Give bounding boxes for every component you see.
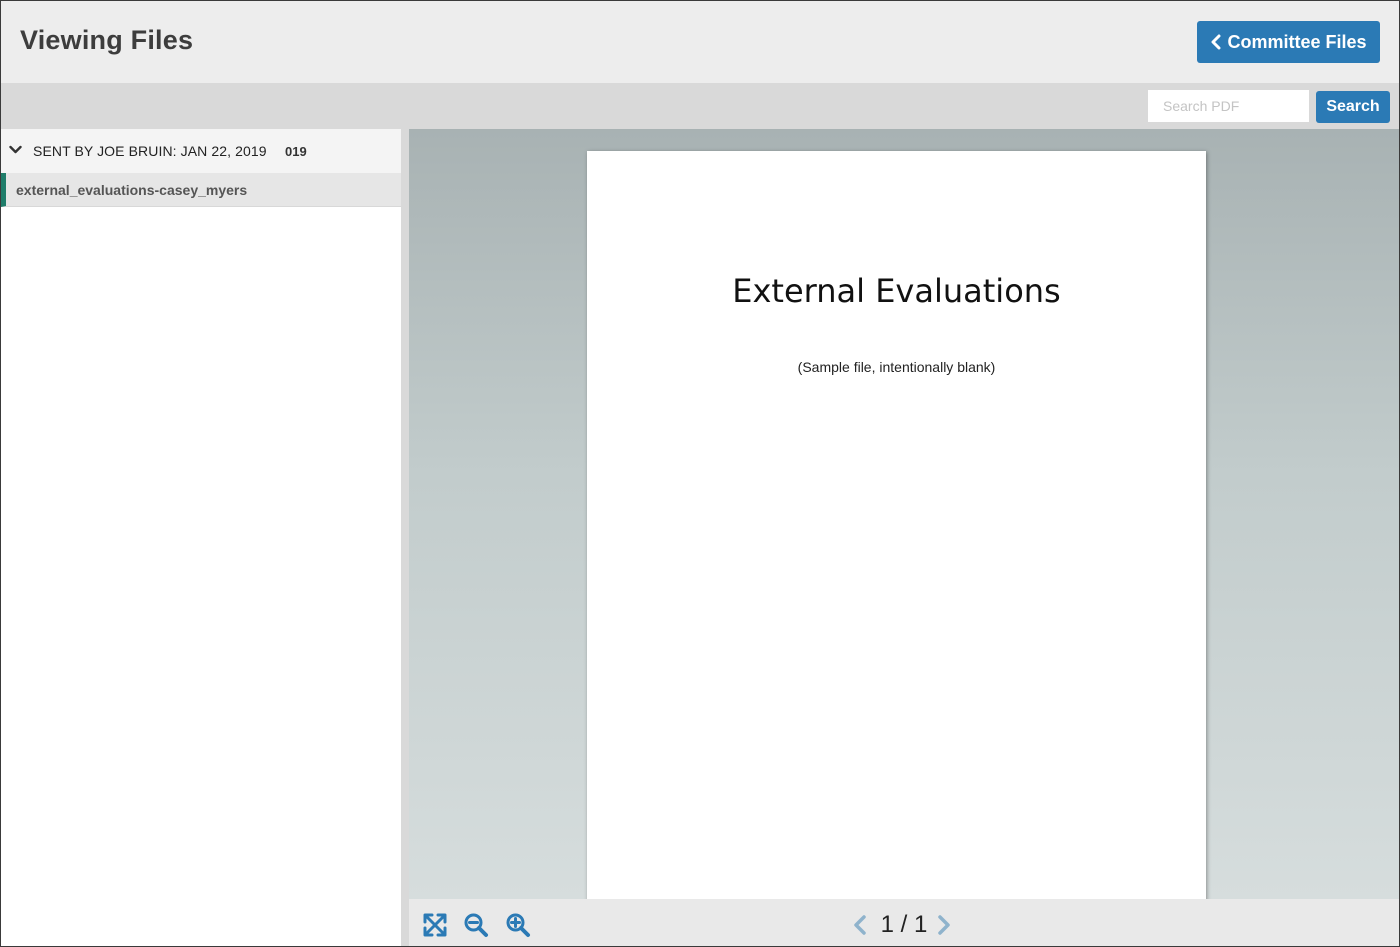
file-group-label: SENT BY JOE BRUIN: JAN 22, 2019 (33, 143, 267, 159)
page-indicator: 1 / 1 (880, 911, 928, 938)
page-header: Viewing Files Committee Files (1, 1, 1399, 83)
page-title: Viewing Files (20, 25, 194, 55)
document-heading: External Evaluations (732, 272, 1061, 310)
file-list-item[interactable]: external_evaluations-casey_myers (1, 173, 401, 207)
viewer-controls: 1 / 1 (409, 899, 1399, 946)
search-toolbar: Search (1, 83, 1399, 129)
file-name: external_evaluations-casey_myers (16, 182, 248, 198)
sidebar-resize-handle[interactable] (401, 129, 409, 946)
document-subtext: (Sample file, intentionally blank) (797, 359, 996, 375)
chevron-left-icon (1211, 34, 1221, 50)
zoom-in-icon[interactable] (505, 912, 531, 938)
next-page-icon[interactable] (935, 914, 953, 936)
app-window: Viewing Files Committee Files Search SEN… (0, 0, 1400, 947)
file-sidebar: SENT BY JOE BRUIN: JAN 22, 2019 019 exte… (1, 129, 401, 946)
page-navigator: 1 / 1 (851, 909, 957, 939)
committee-files-button[interactable]: Committee Files (1197, 21, 1380, 63)
zoom-out-icon[interactable] (463, 912, 489, 938)
previous-page-icon[interactable] (851, 914, 869, 936)
pdf-viewer[interactable]: External Evaluations (Sample file, inten… (409, 129, 1399, 899)
search-button[interactable]: Search (1316, 91, 1390, 123)
chevron-down-icon (9, 145, 22, 154)
file-group-count: 019 (285, 144, 307, 159)
pdf-page: External Evaluations (Sample file, inten… (587, 151, 1206, 899)
file-group-header[interactable]: SENT BY JOE BRUIN: JAN 22, 2019 019 (1, 129, 401, 173)
committee-files-label: Committee Files (1227, 31, 1367, 52)
search-pdf-input[interactable] (1148, 90, 1309, 122)
fullscreen-icon[interactable] (422, 912, 448, 938)
